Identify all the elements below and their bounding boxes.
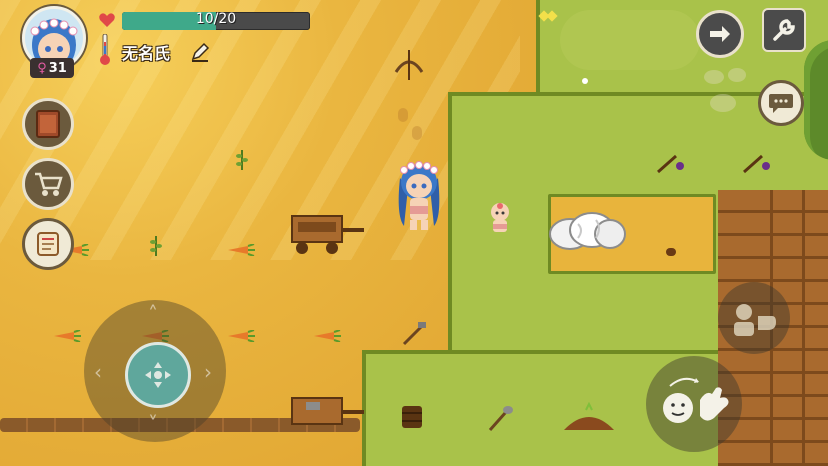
emote-action-button[interactable] [646, 356, 742, 452]
boulder-cluster[interactable] [548, 210, 628, 250]
shovel-tool[interactable] [486, 404, 514, 432]
player-character[interactable] [394, 156, 444, 234]
arrow-right-icon [710, 26, 730, 42]
carrot-crop[interactable] [312, 330, 342, 342]
sprout-crop[interactable] [150, 234, 162, 256]
carrot-crop[interactable] [52, 330, 82, 342]
interact-hand-icon [734, 304, 776, 336]
wooden-cart[interactable] [290, 394, 364, 438]
joystick-right-arrow: › [204, 360, 212, 384]
thermometer-icon [100, 34, 110, 65]
journal-button[interactable] [22, 98, 74, 150]
hoe-tool[interactable] [400, 322, 428, 346]
white-pebble[interactable] [582, 78, 588, 84]
edit-name-button[interactable] [190, 42, 210, 62]
dirt-mound[interactable] [562, 402, 616, 432]
speech-bubble-icon [769, 94, 793, 113]
player-name: 无名氏 [122, 44, 171, 63]
carrot-crop[interactable] [226, 244, 256, 256]
health-text: 10/20 [195, 12, 237, 27]
scroll-icon [37, 232, 59, 256]
wooden-cart[interactable] [290, 212, 364, 256]
quests-button[interactable] [22, 218, 74, 270]
wrench-icon [773, 19, 795, 41]
baby-npc[interactable] [487, 202, 513, 234]
emote-wave-icon [663, 377, 729, 423]
health-bar: 10/20 [122, 12, 310, 30]
pencil-icon [191, 42, 210, 62]
berry-stick[interactable] [742, 152, 772, 174]
chat-button[interactable] [758, 80, 804, 126]
gender-icon: ♀ [37, 60, 47, 76]
seed[interactable] [666, 248, 676, 256]
sprout-crop[interactable] [236, 148, 248, 170]
joystick-knob[interactable] [125, 342, 191, 408]
secondary-action-button[interactable] [718, 282, 790, 354]
bow-item[interactable] [394, 50, 424, 80]
paw-prints [700, 64, 750, 124]
tree [804, 40, 828, 160]
joystick-up-arrow: ˄ [148, 302, 158, 326]
level-badge: ♀ 31 [30, 58, 74, 78]
joystick-left-arrow: ‹ [94, 360, 102, 384]
shopping-cart-icon [35, 172, 63, 196]
forward-button[interactable] [696, 10, 744, 58]
wooden-barrel[interactable] [400, 404, 424, 430]
berry-stick[interactable] [656, 152, 686, 174]
level-value: 31 [48, 60, 67, 76]
joystick-down-arrow: ˅ [148, 412, 158, 436]
settings-button[interactable] [762, 8, 806, 52]
dpad-icon [145, 362, 171, 388]
grass-highlight [560, 10, 700, 70]
shop-button[interactable] [22, 158, 74, 210]
book-icon [36, 110, 60, 138]
heart-icon [99, 13, 115, 27]
carrot-crop[interactable] [226, 330, 256, 342]
footprints [398, 108, 424, 142]
